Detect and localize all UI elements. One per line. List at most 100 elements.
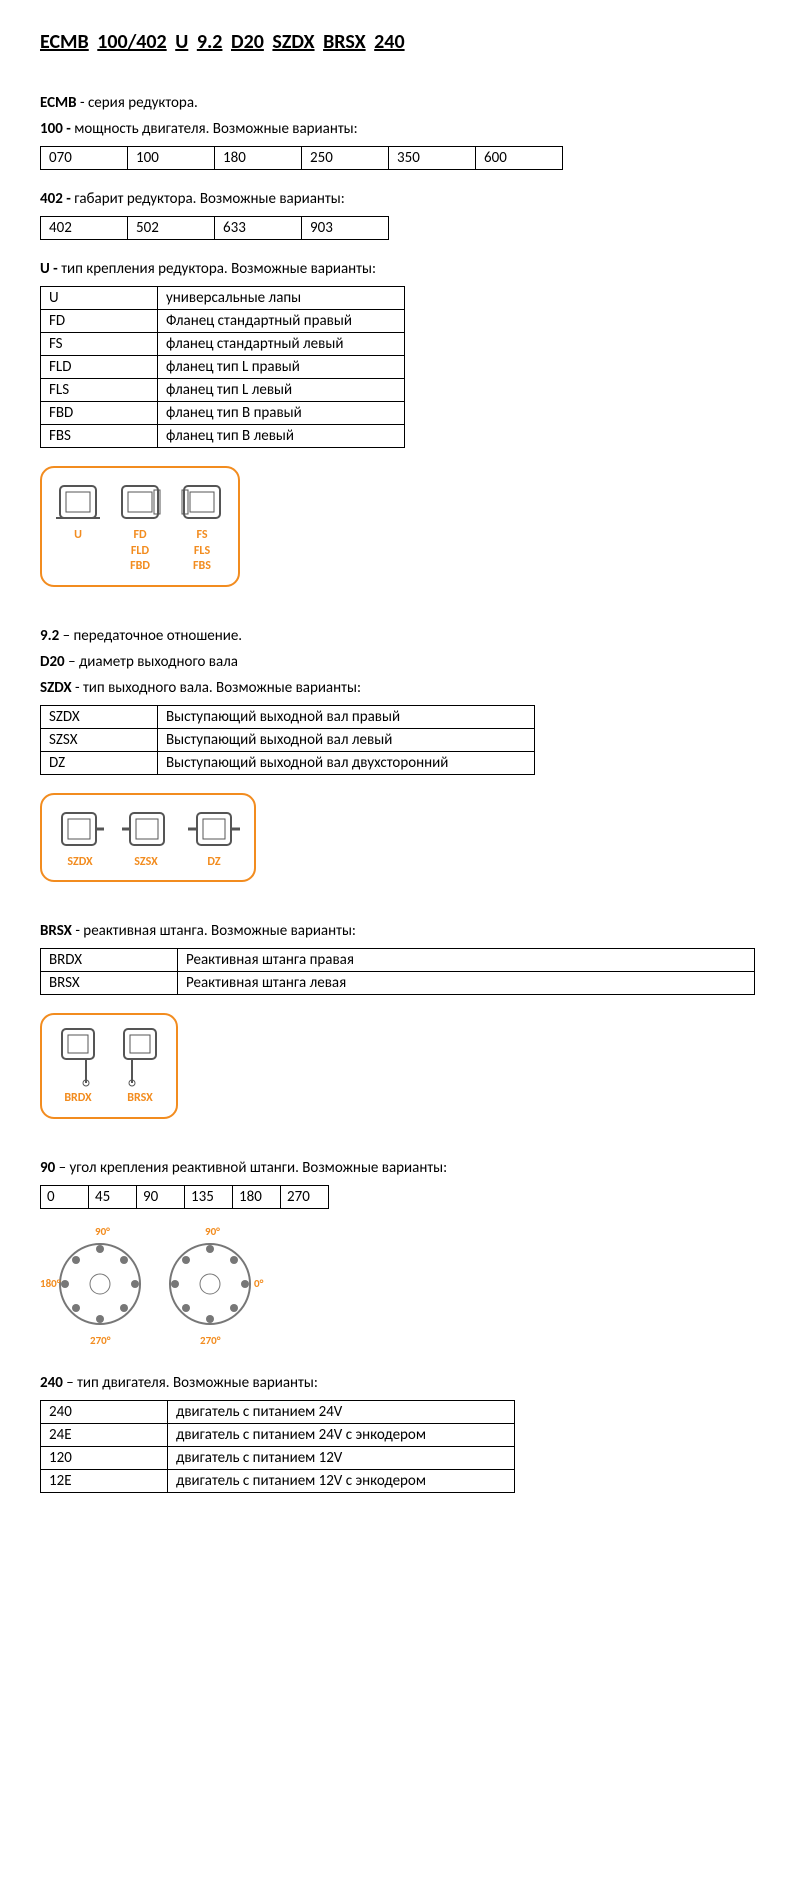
mount-cell: FBD: [41, 402, 158, 425]
size-cell: 633: [215, 217, 302, 240]
motor-line: 240 – тип двигателя. Возможные варианты:: [40, 1374, 770, 1392]
angle-line: 90 – угол крепления реактивной штанги. В…: [40, 1159, 770, 1177]
gearbox-icon: [56, 480, 100, 524]
mount-diagram-label: FLS: [180, 544, 224, 560]
torque-diagram: BRDX BRSX: [40, 1013, 178, 1119]
size-table: 402 502 633 903: [40, 216, 389, 240]
mount-table: Uуниверсальные лапы FDФланец стандартный…: [40, 286, 405, 448]
shaft-table: SZDXВыступающий выходной вал правый SZSX…: [40, 705, 535, 775]
shaft-cell: SZDX: [41, 705, 158, 728]
angle-cell: 180: [233, 1185, 281, 1208]
power-line: 100 - мощность двигателя. Возможные вари…: [40, 120, 770, 138]
ratio-line: 9.2 – передаточное отношение.: [40, 627, 770, 645]
shaft-line: SZDX - тип выходного вала. Возможные вар…: [40, 679, 770, 697]
title-part: D20: [231, 30, 264, 54]
size-line: 402 - габарит редуктора. Возможные вариа…: [40, 190, 770, 208]
power-cell: 350: [389, 147, 476, 170]
shaft-diagram-label: DZ: [188, 855, 240, 871]
title-part: 100/402: [97, 30, 166, 54]
page-title: ECMB 100/402 U 9.2 D20 SZDX BRSX 240: [40, 30, 770, 54]
shaft-desc: - тип выходного вала. Возможные варианты…: [75, 679, 361, 697]
mount-cell: FD: [41, 310, 158, 333]
angle-cell: 135: [185, 1185, 233, 1208]
motor-cell: двигатель с питанием 12V с энкодером: [168, 1469, 515, 1492]
mount-cell: FS: [41, 333, 158, 356]
gearbox-icon: [122, 807, 170, 851]
angle-label: 0°: [254, 1277, 264, 1290]
torque-diagram-label: BRDX: [56, 1091, 100, 1107]
gearbox-icon: [56, 807, 104, 851]
mount-diagram-label: FBS: [180, 559, 224, 575]
angle-desc: – угол крепления реактивной штанги. Возм…: [59, 1159, 448, 1177]
shaft-cell: SZSX: [41, 728, 158, 751]
mount-diagram-label: FBD: [118, 559, 162, 575]
angle-label: 180°: [40, 1277, 61, 1290]
torque-cell: Реактивная штанга правая: [178, 949, 755, 972]
ecmb-line: ECMB - серия редуктора.: [40, 94, 770, 112]
angle-cell: 90: [137, 1185, 185, 1208]
angle-table: 0 45 90 135 180 270: [40, 1185, 329, 1209]
shaft-diagram: SZDX SZSX DZ: [40, 793, 256, 883]
motor-cell: двигатель с питанием 24V: [168, 1400, 515, 1423]
title-part: SZDX: [272, 30, 314, 54]
diameter-line: D20 – диаметр выходного вала: [40, 653, 770, 671]
size-cell: 502: [128, 217, 215, 240]
shaft-cell: DZ: [41, 751, 158, 774]
size-desc: габарит редуктора. Возможные варианты:: [74, 190, 345, 208]
ecmb-code: ECMB: [40, 94, 77, 112]
angle-label: 270°: [200, 1334, 221, 1347]
mount-cell: фланец стандартный левый: [158, 333, 405, 356]
mount-cell: Фланец стандартный правый: [158, 310, 405, 333]
angle-diagram-icon: 90° 180° 270° 90° 0° 270°: [40, 1219, 270, 1349]
shaft-diagram-item: DZ: [188, 807, 240, 871]
mount-code: U -: [40, 260, 58, 278]
mount-diagram-item: U: [56, 480, 100, 575]
ecmb-desc: - серия редуктора.: [80, 94, 198, 112]
shaft-cell: Выступающий выходной вал правый: [158, 705, 535, 728]
angle-cell: 270: [281, 1185, 329, 1208]
size-cell: 402: [41, 217, 128, 240]
gearbox-icon: [188, 807, 240, 851]
angle-cell: 45: [89, 1185, 137, 1208]
mount-cell: FLD: [41, 356, 158, 379]
torque-table: BRDXРеактивная штанга правая BRSXРеактив…: [40, 948, 755, 995]
title-part: ECMB: [40, 30, 89, 54]
torque-diagram-item: BRDX: [56, 1027, 100, 1107]
motor-cell: 240: [41, 1400, 168, 1423]
torque-cell: BRSX: [41, 972, 178, 995]
mount-diagram-item: FD FLD FBD: [118, 480, 162, 575]
mount-diagram-label: FS: [180, 528, 224, 544]
angle-label: 90°: [205, 1225, 220, 1238]
motor-table: 240двигатель с питанием 24V 24Eдвигатель…: [40, 1400, 515, 1493]
motor-cell: двигатель с питанием 24V с энкодером: [168, 1423, 515, 1446]
motor-cell: 120: [41, 1446, 168, 1469]
torque-line: BRSX - реактивная штанга. Возможные вари…: [40, 922, 770, 940]
torque-desc: - реактивная штанга. Возможные варианты:: [75, 922, 356, 940]
mount-cell: фланец тип B левый: [158, 425, 405, 448]
power-cell: 070: [41, 147, 128, 170]
title-part: 9.2: [197, 30, 223, 54]
power-cell: 100: [128, 147, 215, 170]
mount-line: U - тип крепления редуктора. Возможные в…: [40, 260, 770, 278]
power-code: 100 -: [40, 120, 71, 138]
gearbox-icon: [56, 1027, 100, 1087]
motor-cell: 24E: [41, 1423, 168, 1446]
mount-diagram-label: U: [56, 528, 100, 544]
angle-label: 270°: [90, 1334, 111, 1347]
title-part: U: [175, 30, 188, 54]
motor-cell: 12E: [41, 1469, 168, 1492]
mount-diagram: U FD FLD FBD FS FLS FBS: [40, 466, 240, 587]
mount-cell: FLS: [41, 379, 158, 402]
size-cell: 903: [302, 217, 389, 240]
title-part: 240: [374, 30, 404, 54]
shaft-code: SZDX: [40, 679, 72, 697]
mount-cell: универсальные лапы: [158, 287, 405, 310]
motor-cell: двигатель с питанием 12V: [168, 1446, 515, 1469]
mount-desc: тип крепления редуктора. Возможные вариа…: [61, 260, 376, 278]
title-part: BRSX: [323, 30, 366, 54]
gearbox-icon: [180, 480, 224, 524]
gearbox-icon: [118, 480, 162, 524]
size-code: 402 -: [40, 190, 71, 208]
diameter-code: D20: [40, 653, 65, 671]
mount-cell: фланец тип L правый: [158, 356, 405, 379]
